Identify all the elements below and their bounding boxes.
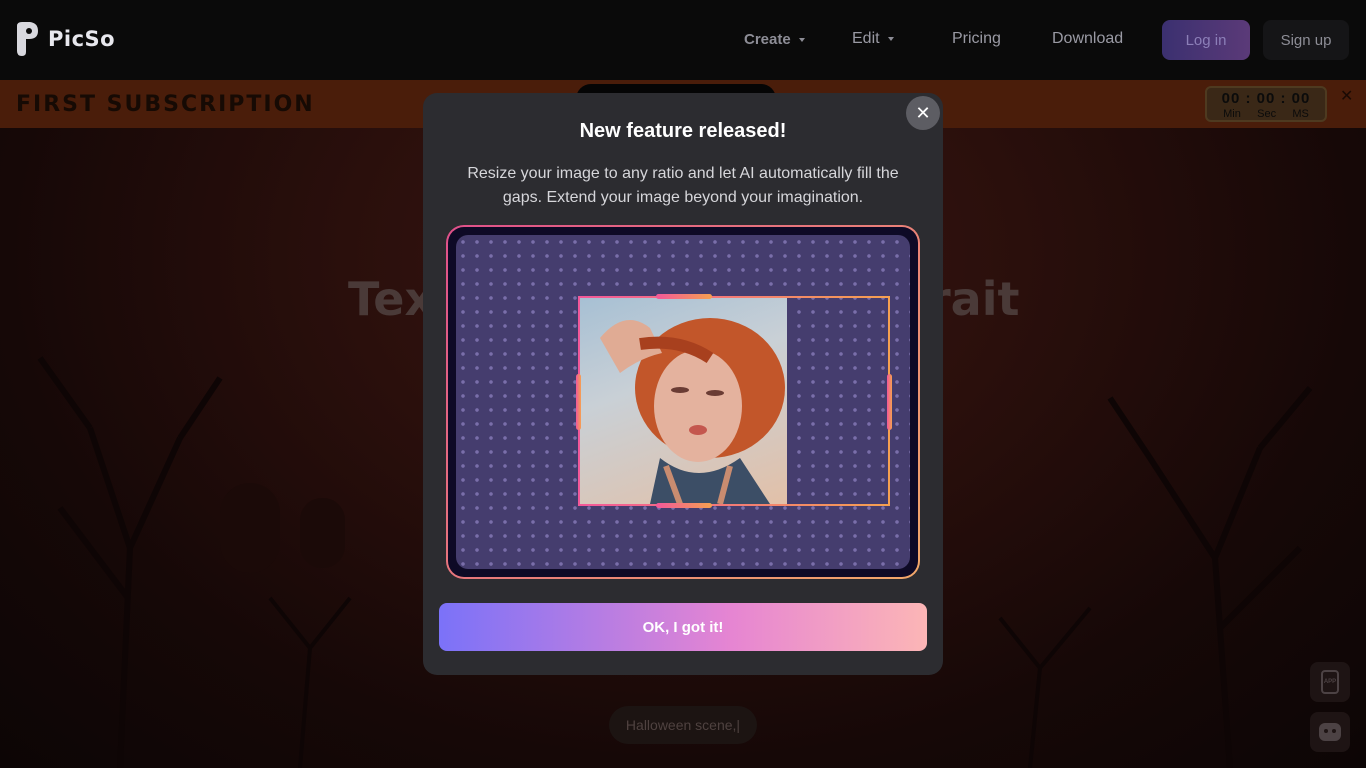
right-resize-handle[interactable] <box>887 374 892 430</box>
login-button[interactable]: Log in <box>1162 20 1250 60</box>
nav-edit[interactable]: Edit <box>852 30 894 48</box>
left-resize-handle[interactable] <box>576 374 581 430</box>
top-navbar: PicSo Create Edit Pricing Download Log i… <box>0 0 1366 80</box>
selection-box <box>576 294 892 508</box>
modal-description: Resize your image to any ratio and let A… <box>467 165 899 206</box>
ok-button-label: OK, I got it! <box>642 618 724 636</box>
timer-digits: 00 : 00 : 00 <box>1221 90 1311 107</box>
timer-label-ms: MS <box>1292 108 1309 120</box>
top-resize-handle[interactable] <box>656 294 712 299</box>
bottom-resize-handle[interactable] <box>656 503 712 508</box>
timer-label-min: Min <box>1223 108 1241 120</box>
app-icon: APP <box>1321 670 1339 694</box>
portrait-photo <box>580 298 787 504</box>
expand-demo-inner <box>448 227 918 577</box>
ok-button[interactable]: OK, I got it! <box>439 603 927 651</box>
signup-button[interactable]: Sign up <box>1263 20 1349 60</box>
picso-logo-icon <box>14 22 40 56</box>
hero-title-left: Tex <box>348 272 435 326</box>
brand-name: PicSo <box>48 27 116 51</box>
expand-canvas <box>456 235 910 569</box>
nav-create[interactable]: Create <box>744 31 805 48</box>
promo-text: FIRST SUBSCRIPTION <box>16 92 315 117</box>
timer-labels: Min Sec MS <box>1207 108 1325 120</box>
chevron-down-icon <box>887 37 894 41</box>
nav-edit-label: Edit <box>852 30 880 47</box>
expand-demo-frame <box>446 225 920 579</box>
app-badge-label: APP <box>1323 679 1337 685</box>
prompt-input[interactable]: Halloween scene,| <box>609 706 757 744</box>
chat-bot-button[interactable] <box>1310 712 1350 752</box>
nav-create-label: Create <box>744 31 791 48</box>
modal-title: New feature released! <box>579 120 787 142</box>
chevron-down-icon <box>798 37 805 42</box>
app-download-button[interactable]: APP <box>1310 662 1350 702</box>
nav-pricing[interactable]: Pricing <box>952 30 1001 48</box>
promo-close-icon[interactable]: ✕ <box>1340 86 1353 106</box>
timer-label-sec: Sec <box>1257 108 1277 120</box>
brand-logo[interactable]: PicSo <box>14 22 115 56</box>
nav-download[interactable]: Download <box>1052 30 1123 48</box>
countdown-timer: 00 : 00 : 00 Min Sec MS <box>1205 86 1327 122</box>
robot-icon <box>1319 723 1341 741</box>
